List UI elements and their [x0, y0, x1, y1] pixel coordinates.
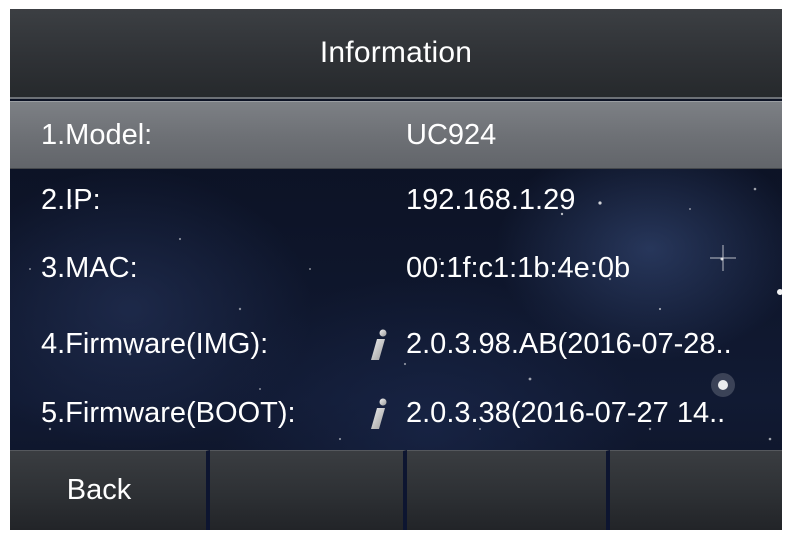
softkey-label: Back: [66, 474, 132, 506]
softkey-bar: Back: [10, 450, 782, 530]
row-label: 3.MAC:: [41, 251, 138, 284]
row-value: 2.0.3.98.AB(2016-07-28..: [406, 327, 732, 360]
row-label: 2.IP:: [41, 183, 101, 216]
row-value: 192.168.1.29: [406, 183, 576, 216]
info-row-firmware-boot[interactable]: 5.Firmware(BOOT): 2.0.3.38(2016-07-27 14…: [10, 380, 782, 446]
softkey-4[interactable]: [610, 450, 782, 530]
info-row-ip[interactable]: 2.IP: 192.168.1.29: [10, 167, 782, 233]
row-label: 5.Firmware(BOOT):: [41, 396, 296, 429]
info-row-mac[interactable]: 3.MAC: 00:1f:c1:1b:4e:0b: [10, 235, 782, 301]
row-value: 2.0.3.38(2016-07-27 14..: [406, 396, 726, 429]
row-label: 4.Firmware(IMG):: [41, 327, 269, 360]
row-value: 00:1f:c1:1b:4e:0b: [406, 251, 631, 284]
row-label: 1.Model:: [41, 118, 153, 151]
phone-screen: Information 1.Model: UC924 2.IP: 192.168…: [10, 9, 782, 530]
info-row-model[interactable]: 1.Model: UC924: [10, 101, 782, 169]
info-row-firmware-img[interactable]: 4.Firmware(IMG): 2.0.3.98.AB(2016-07-28.…: [10, 311, 782, 377]
info-i-icon: [371, 398, 387, 429]
page-title: Information: [319, 36, 473, 69]
softkey-3[interactable]: [407, 450, 610, 530]
title-bar: Information: [10, 9, 782, 99]
row-value: UC924: [406, 118, 497, 151]
info-i-icon: [371, 329, 387, 360]
softkey-2[interactable]: [210, 450, 407, 530]
softkey-back[interactable]: Back: [10, 450, 210, 530]
